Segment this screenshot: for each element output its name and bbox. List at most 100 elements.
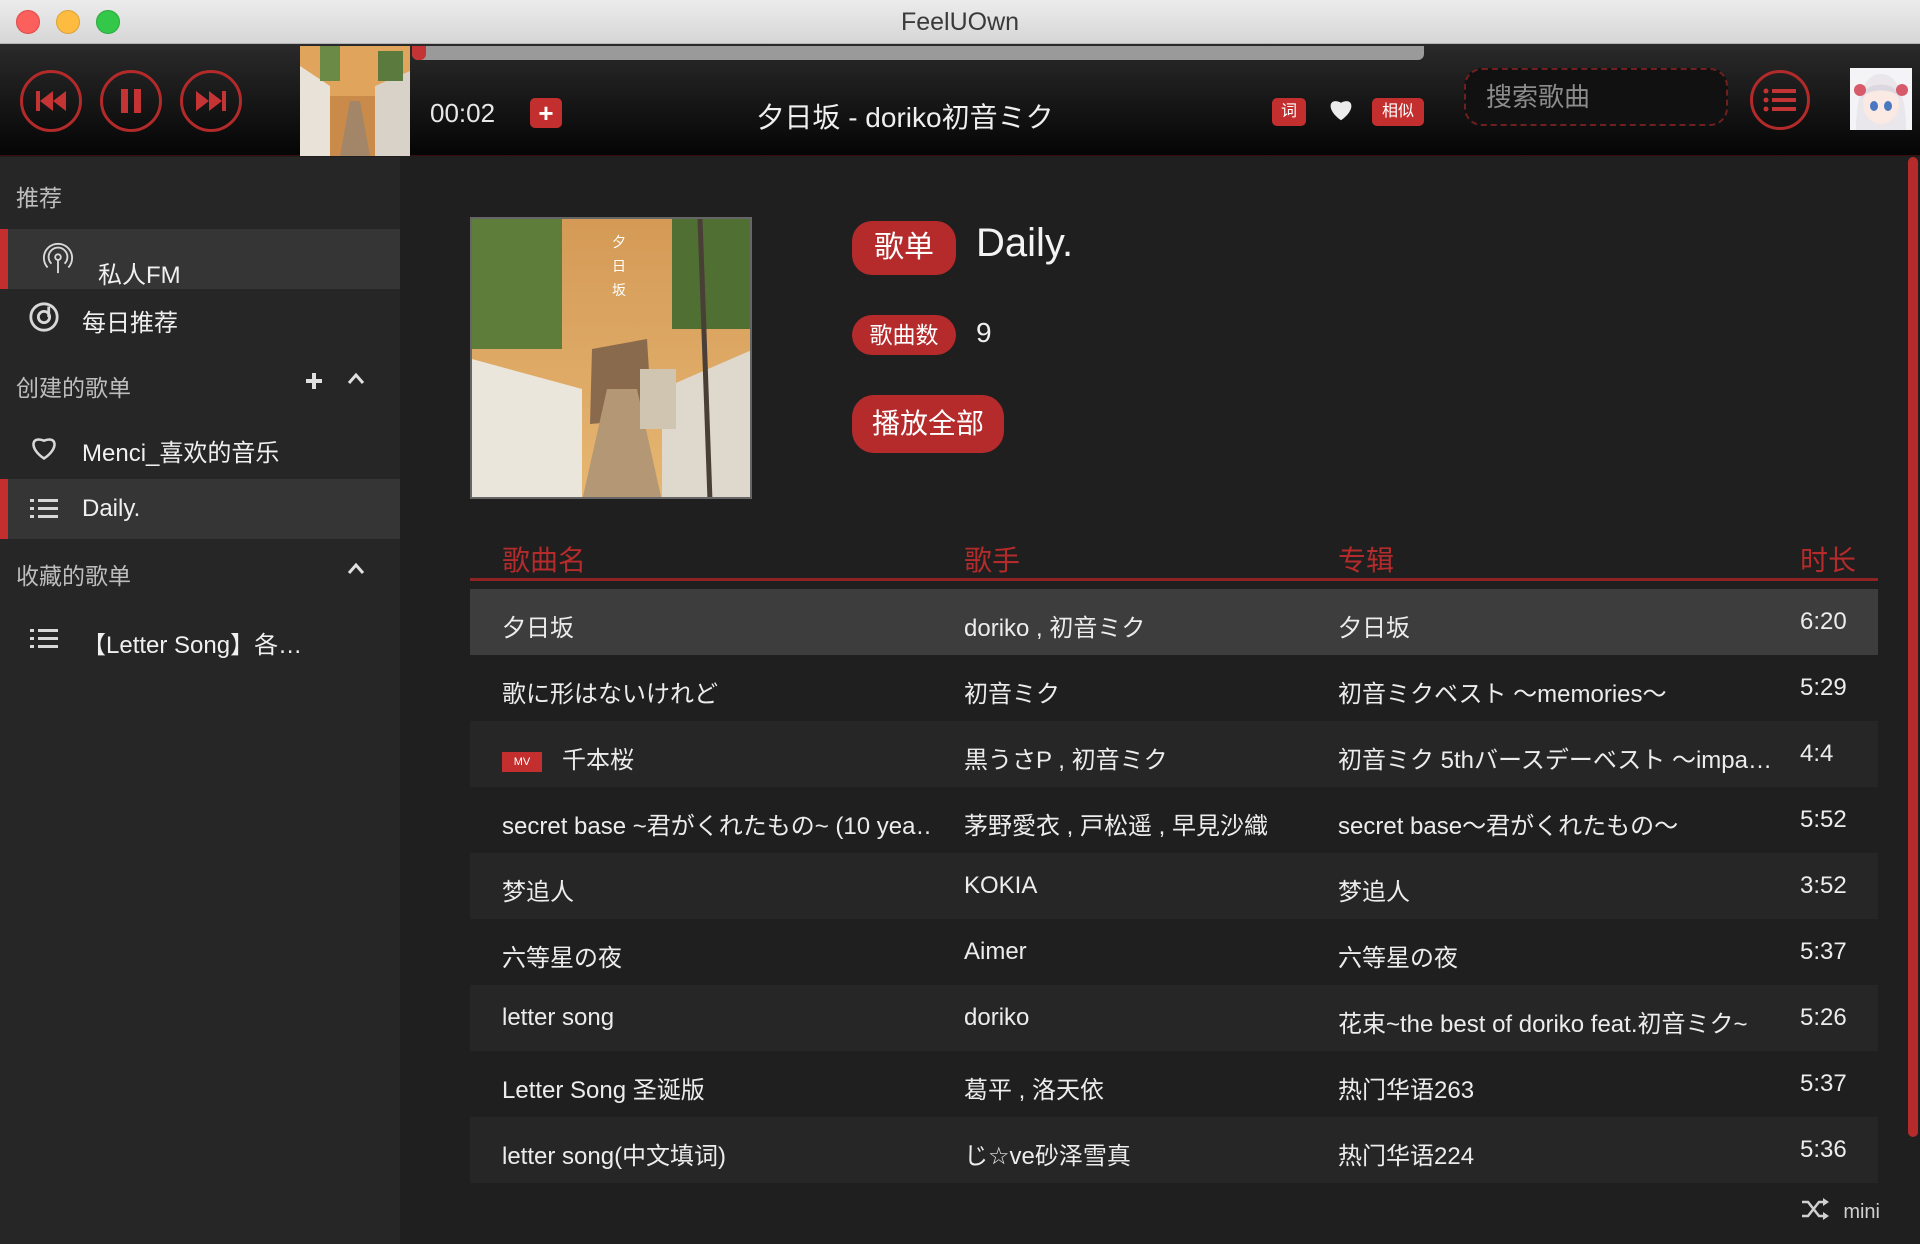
sidebar-item-label: Daily. [82, 495, 141, 522]
song-title: letter song(中文填词) [502, 1143, 727, 1170]
song-album[interactable]: 热门华语263 [1338, 1070, 1778, 1105]
song-title-cell: MV 千本桜 [502, 740, 932, 775]
song-album[interactable]: 梦追人 [1338, 872, 1778, 907]
like-button[interactable] [1326, 94, 1356, 129]
song-title: 梦追人 [502, 879, 574, 906]
footer-controls: mini [1801, 1198, 1880, 1226]
table-row[interactable]: letter song(中文填词) じ☆ve砂泽雪真 热门华语224 5:36 [470, 1117, 1878, 1183]
column-header-album[interactable]: 专辑 [1338, 539, 1394, 579]
table-row[interactable]: 六等星の夜 Aimer 六等星の夜 5:37 [470, 919, 1878, 985]
table-row[interactable]: letter song doriko 花束~the best of doriko… [470, 985, 1878, 1051]
pause-icon [121, 89, 141, 113]
add-playlist-button[interactable] [304, 367, 324, 398]
mini-mode-button[interactable]: mini [1843, 1201, 1880, 1224]
sidebar-item-daily[interactable]: 每日推荐 [0, 287, 400, 343]
song-duration: 5:52 [1800, 806, 1847, 833]
svg-text:日: 日 [612, 259, 626, 275]
created-playlists-header: 创建的歌单 [16, 375, 131, 401]
plus-icon [306, 373, 322, 389]
progress-bar[interactable] [412, 46, 1424, 60]
playlist-view: 夕 日 坂 歌单 Daily. 歌曲数 9 播放全部 歌曲名 歌手 专辑 时长 … [400, 157, 1920, 1244]
list-icon [28, 623, 60, 655]
search-input[interactable] [1466, 70, 1726, 124]
previous-icon [36, 91, 66, 111]
playlist-type-badge: 歌单 [852, 221, 956, 275]
list-icon [1763, 88, 1796, 112]
similar-button[interactable]: 相似 [1372, 98, 1424, 126]
song-artist[interactable]: doriko [964, 1004, 1324, 1032]
next-button[interactable] [180, 70, 242, 132]
song-album[interactable]: secret base～君がくれたもの～ [1338, 806, 1778, 841]
song-album[interactable]: 初音ミク 5thバースデーベスト ～impa… [1338, 740, 1778, 775]
table-row[interactable]: Letter Song 圣诞版 葛平 , 洛天依 热门华语263 5:37 [470, 1051, 1878, 1117]
song-artist[interactable]: 茅野愛衣 , 戸松遥 , 早見沙織 [964, 806, 1324, 841]
sidebar-item-liked[interactable]: Menci_喜欢的音乐 [0, 417, 400, 477]
mv-badge[interactable]: MV [502, 751, 542, 772]
song-duration: 5:37 [1800, 1070, 1847, 1097]
song-artist[interactable]: 初音ミク [964, 674, 1324, 709]
table-row[interactable]: 夕日坂 doriko , 初音ミク 夕日坂 6:20 [470, 589, 1878, 655]
song-artist[interactable]: doriko , 初音ミク [964, 608, 1324, 643]
song-duration: 5:37 [1800, 938, 1847, 965]
playlist-cover: 夕 日 坂 [470, 217, 752, 499]
song-artist[interactable]: 葛平 , 洛天依 [964, 1070, 1324, 1105]
previous-button[interactable] [20, 70, 82, 132]
sidebar-item-label: Menci_喜欢的音乐 [82, 440, 280, 467]
heart-icon [1330, 101, 1352, 121]
song-album[interactable]: 六等星の夜 [1338, 938, 1778, 973]
sidebar-item-fm[interactable]: 私人FM [0, 229, 400, 289]
window-title: FeelUOwn [900, 8, 1020, 36]
song-title: letter song [502, 1004, 615, 1031]
collapse-collected-button[interactable] [346, 555, 366, 586]
shuffle-button[interactable] [1801, 1198, 1830, 1226]
song-album[interactable]: 热门华语224 [1338, 1136, 1778, 1171]
song-title: 千本桜 [562, 747, 634, 774]
svg-text:夕: 夕 [612, 235, 626, 251]
song-title: Letter Song 圣诞版 [502, 1077, 705, 1104]
sidebar-item-label: 每日推荐 [82, 310, 178, 337]
collected-playlists-header: 收藏的歌单 [16, 563, 131, 589]
active-marker [0, 229, 8, 289]
song-duration: 4:4 [1800, 740, 1834, 767]
search-box[interactable] [1464, 68, 1728, 126]
song-artist[interactable]: 黒うさP , 初音ミク [964, 740, 1324, 775]
song-duration: 5:26 [1800, 1004, 1847, 1031]
table-row[interactable]: 歌に形はないけれど 初音ミク 初音ミクベスト ～memories～ 5:29 [470, 655, 1878, 721]
disc-icon [28, 301, 60, 333]
next-icon [196, 91, 226, 111]
sidebar-item-daily-playlist[interactable]: Daily. [0, 479, 400, 539]
song-album[interactable]: 夕日坂 [1338, 608, 1778, 643]
now-playing-title: 夕日坂 - doriko初音ミク [756, 102, 1054, 133]
song-duration: 6:20 [1800, 608, 1847, 635]
song-artist[interactable]: Aimer [964, 938, 1324, 966]
lyrics-button[interactable]: 词 [1272, 98, 1306, 126]
now-playing-cover[interactable] [300, 46, 410, 156]
song-count: 9 [976, 317, 992, 348]
sidebar-item-letter-song[interactable]: 【Letter Song】各… [0, 609, 400, 669]
table-row[interactable]: 梦追人 KOKIA 梦追人 3:52 [470, 853, 1878, 919]
song-title: 夕日坂 [502, 615, 574, 642]
heart-outline-icon [28, 431, 60, 463]
song-album[interactable]: 初音ミクベスト ～memories～ [1338, 674, 1778, 709]
song-artist[interactable]: KOKIA [964, 872, 1324, 900]
column-header-artist[interactable]: 歌手 [964, 539, 1020, 579]
column-header-title[interactable]: 歌曲名 [502, 539, 586, 579]
play-all-button[interactable]: 播放全部 [852, 395, 1004, 453]
table-row[interactable]: secret base ~君がくれたもの~ (10 yea… 茅野愛衣 , 戸松… [470, 787, 1878, 853]
song-duration: 3:52 [1800, 872, 1847, 899]
collapse-created-button[interactable] [346, 365, 366, 396]
column-header-duration[interactable]: 时长 [1800, 539, 1856, 579]
scrollbar[interactable] [1908, 157, 1918, 1137]
song-artist[interactable]: じ☆ve砂泽雪真 [964, 1136, 1324, 1171]
song-duration: 5:36 [1800, 1136, 1847, 1163]
table-header: 歌曲名 歌手 专辑 时长 [470, 537, 1878, 581]
user-avatar[interactable] [1850, 68, 1912, 130]
song-album[interactable]: 花束~the best of doriko feat.初音ミク~ [1338, 1004, 1778, 1039]
pause-button[interactable] [100, 70, 162, 132]
svg-text:坂: 坂 [612, 283, 626, 299]
table-row[interactable]: MV 千本桜 黒うさP , 初音ミク 初音ミク 5thバースデーベスト ～impa… [470, 721, 1878, 787]
playlist-menu-button[interactable] [1750, 70, 1810, 130]
add-to-playlist-button[interactable]: + [530, 98, 562, 128]
song-count-badge: 歌曲数 [852, 315, 956, 355]
sidebar-item-label: 【Letter Song】各… [82, 632, 303, 659]
